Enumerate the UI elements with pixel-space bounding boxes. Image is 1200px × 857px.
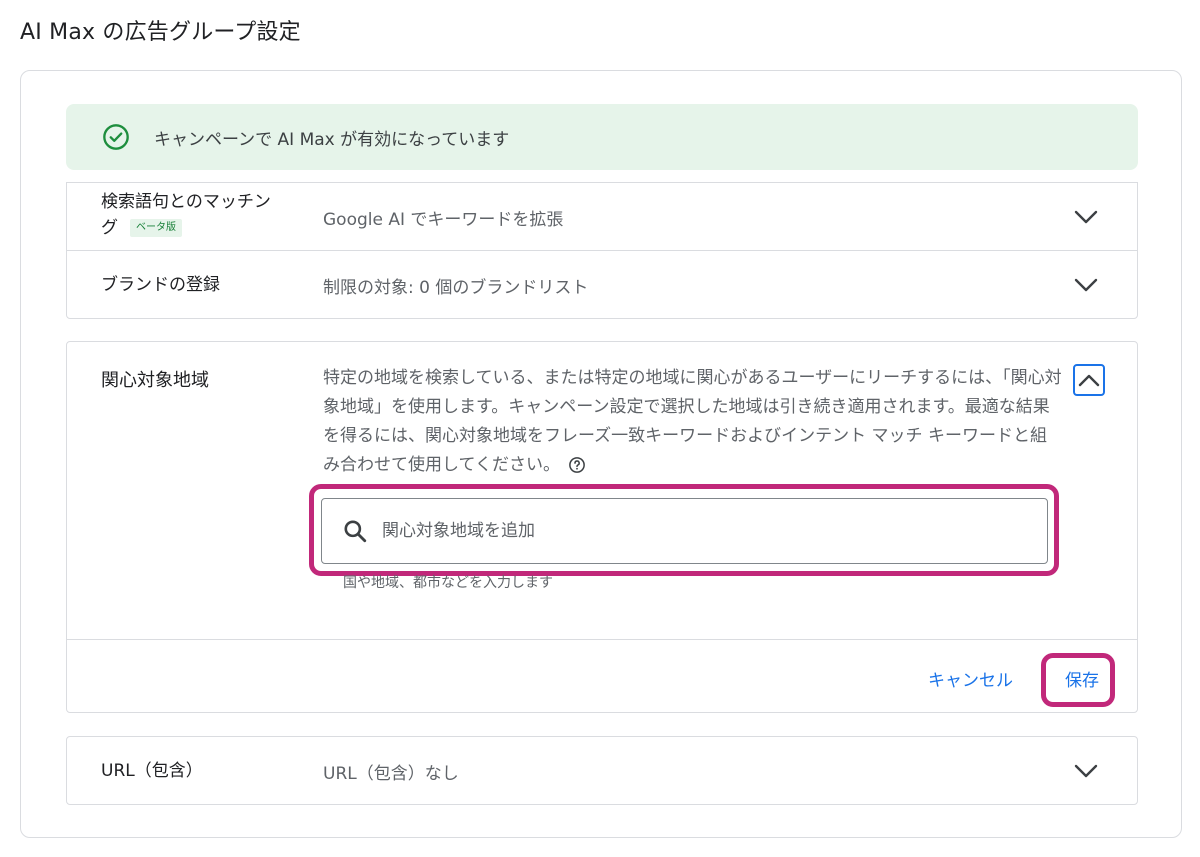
beta-badge: ベータ版: [130, 219, 182, 237]
brand-inclusion-label: ブランドの登録: [101, 275, 220, 295]
url-inclusion-value: URL（包含）なし: [323, 764, 459, 784]
search-highlight-annotation: [309, 484, 1059, 576]
search-term-matching-value: Google AI でキーワードを拡張: [323, 210, 564, 230]
search-term-matching-label: 検索語句とのマッチン グベータ版: [101, 192, 271, 238]
settings-summary-panel: 検索語句とのマッチン グベータ版 Google AI でキーワードを拡張 ブラン…: [66, 182, 1138, 319]
chevron-down-icon[interactable]: [1073, 209, 1099, 225]
locations-of-interest-label: 関心対象地域: [101, 370, 209, 391]
cancel-button[interactable]: キャンセル: [928, 666, 1013, 691]
collapse-button[interactable]: [1073, 364, 1105, 396]
check-circle-icon: [103, 124, 129, 150]
location-search-hint: 国や地域、都市などを入力します: [343, 575, 553, 591]
page-title: AI Max の広告グループ設定: [20, 20, 301, 45]
search-term-matching-row[interactable]: 検索語句とのマッチン グベータ版 Google AI でキーワードを拡張: [67, 183, 1137, 251]
locations-of-interest-description: 特定の地域を検索している、または特定の地域に関心があるユーザーにリーチするには、…: [323, 368, 1062, 475]
chevron-down-icon[interactable]: [1073, 763, 1099, 779]
brand-inclusion-value: 制限の対象: 0 個のブランドリスト: [323, 278, 589, 298]
url-inclusion-label: URL（包含）: [101, 761, 203, 781]
ai-max-enabled-banner: キャンペーンで AI Max が有効になっています: [66, 104, 1138, 170]
footer-divider: [67, 639, 1137, 640]
chevron-up-icon: [1078, 374, 1100, 387]
url-inclusion-row[interactable]: URL（包含） URL（包含）なし: [67, 737, 1137, 805]
brand-inclusion-row[interactable]: ブランドの登録 制限の対象: 0 個のブランドリスト: [67, 251, 1137, 319]
url-inclusion-panel: URL（包含） URL（包含）なし: [66, 736, 1138, 805]
banner-text: キャンペーンで AI Max が有効になっています: [154, 129, 510, 150]
chevron-down-icon[interactable]: [1073, 277, 1099, 293]
locations-of-interest-panel: 関心対象地域 特定の地域を検索している、または特定の地域に関心があるユーザーにリ…: [66, 341, 1138, 713]
save-highlight-annotation: [1041, 653, 1115, 707]
help-icon[interactable]: [568, 456, 586, 474]
